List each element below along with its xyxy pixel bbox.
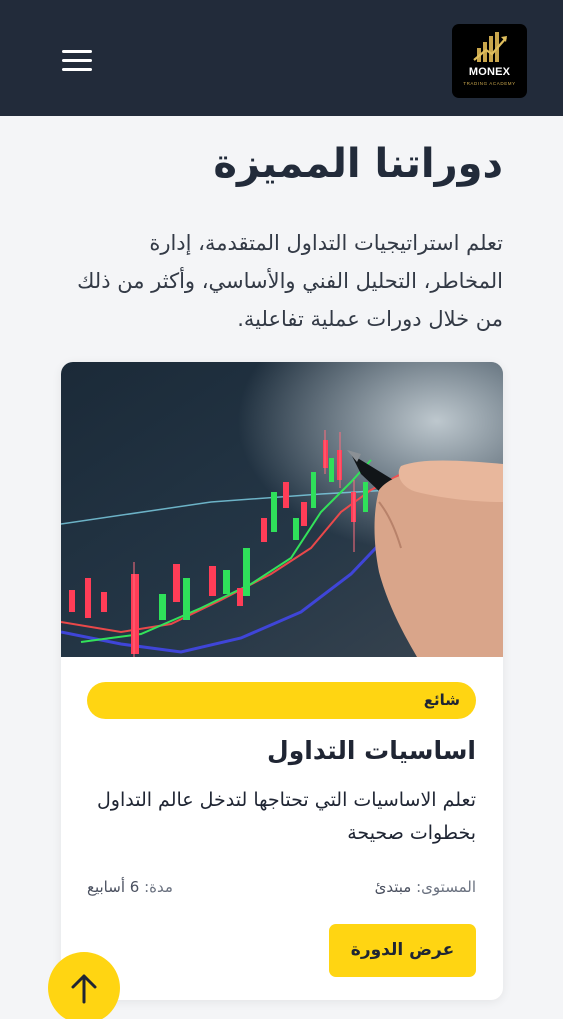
section-title: دوراتنا المميزة xyxy=(213,141,503,187)
hamburger-menu-button[interactable] xyxy=(62,50,92,72)
course-image xyxy=(61,362,503,657)
course-duration: مدة: 6 أسابيع xyxy=(87,876,173,898)
view-course-button[interactable]: عرض الدورة xyxy=(329,924,476,977)
logo-subtitle: TRADING ACADEMY xyxy=(463,81,516,86)
logo-bars-icon xyxy=(473,32,507,62)
logo-name: MONEX xyxy=(468,66,511,78)
course-title: اساسيات التداول xyxy=(267,736,476,765)
level-value: مبتدئ xyxy=(374,878,412,896)
course-level: المستوى: مبتدئ xyxy=(375,876,476,898)
popular-badge: شائع xyxy=(87,682,476,719)
duration-value: 6 أسابيع xyxy=(87,878,140,896)
logo[interactable]: MONEX TRADING ACADEMY xyxy=(452,24,527,98)
duration-label: مدة: xyxy=(144,878,173,896)
site-header: MONEX TRADING ACADEMY xyxy=(0,0,563,116)
arrow-up-icon xyxy=(71,974,97,1004)
scroll-to-top-button[interactable] xyxy=(48,952,120,1019)
level-label: المستوى: xyxy=(416,878,476,896)
course-description: تعلم الاساسيات التي تحتاجها لتدخل عالم ا… xyxy=(96,789,476,844)
course-card[interactable]: شائع اساسيات التداول تعلم الاساسيات التي… xyxy=(61,362,503,1000)
section-description: تعلم استراتيجيات التداول المتقدمة، إدارة… xyxy=(77,231,503,331)
